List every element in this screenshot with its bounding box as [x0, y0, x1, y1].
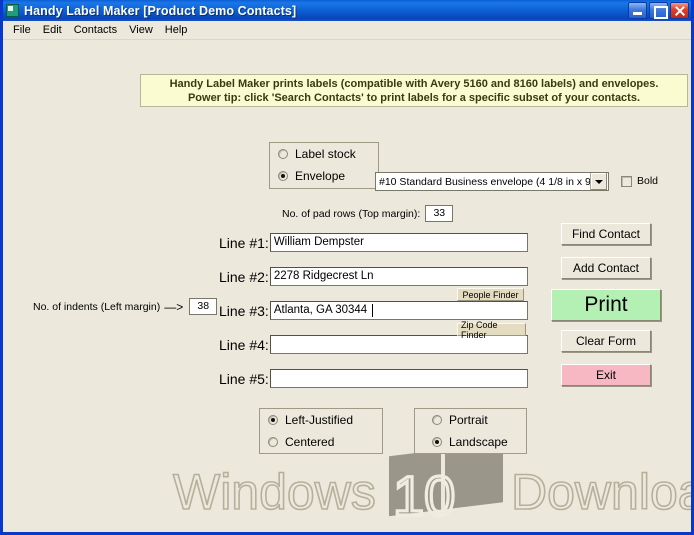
envelope-size-value: #10 Standard Business envelope (4 1/8 in…	[379, 175, 590, 188]
address-line-1-input[interactable]: William Dempster	[269, 233, 528, 252]
window-title: Handy Label Maker [Product Demo Contacts…	[24, 3, 297, 18]
indents-label: No. of indents (Left margin)	[33, 300, 161, 313]
pad-rows-field-group: No. of pad rows (Top margin): 33	[282, 205, 454, 222]
address-line-5-label: Line #5:	[219, 371, 269, 387]
radio-centered[interactable]: Centered	[260, 431, 382, 453]
radio-envelope-label: Envelope	[295, 169, 346, 183]
menu-item-help[interactable]: Help	[160, 23, 195, 37]
radio-landscape[interactable]: Landscape	[415, 431, 526, 453]
arrow-right-icon: —>	[164, 299, 184, 314]
window-controls	[628, 2, 689, 19]
menu-item-contacts[interactable]: Contacts	[69, 23, 124, 37]
label-app-icon	[6, 4, 19, 17]
bold-checkbox[interactable]: Bold	[621, 175, 658, 187]
indents-field-group: No. of indents (Left margin) —> 38	[33, 298, 218, 315]
zip-code-finder-button[interactable]: Zip Code Finder	[457, 320, 526, 340]
menu-item-edit[interactable]: Edit	[38, 23, 69, 37]
find-contact-button[interactable]: Find Contact	[561, 223, 651, 245]
radio-left-justified-indicator	[268, 415, 278, 425]
address-line-5-row: Line #5:	[219, 368, 528, 388]
windows-10-download-watermark: Windows 10 Download	[172, 453, 691, 529]
chevron-down-icon[interactable]	[590, 173, 607, 190]
radio-portrait[interactable]: Portrait	[415, 409, 526, 431]
people-finder-button[interactable]: People Finder	[457, 288, 524, 301]
add-contact-button[interactable]: Add Contact	[561, 257, 651, 279]
bold-checkbox-label: Bold	[637, 175, 659, 187]
client-area: File Edit Contacts View Help Windows 10 …	[3, 21, 691, 532]
radio-centered-label: Centered	[285, 435, 335, 449]
indents-input[interactable]: 38	[189, 298, 218, 315]
address-line-3-row: Line #3: Atlanta, GA 30344	[219, 300, 528, 320]
address-line-3-label: Line #3:	[219, 303, 269, 319]
address-line-4-label: Line #4:	[219, 337, 269, 353]
address-line-1-row: Line #1: William Dempster	[219, 232, 528, 252]
watermark-right-text: Download	[511, 464, 691, 520]
menu-item-file[interactable]: File	[8, 23, 38, 37]
radio-left-justified-label: Left-Justified	[285, 413, 354, 427]
address-line-5-input[interactable]	[269, 369, 528, 388]
exit-button[interactable]: Exit	[561, 364, 651, 386]
radio-centered-indicator	[268, 437, 278, 447]
radio-landscape-label: Landscape	[449, 435, 508, 449]
radio-label-stock[interactable]: Label stock	[270, 143, 378, 165]
address-line-2-input[interactable]: 2278 Ridgecrest Ln	[269, 267, 528, 286]
radio-envelope[interactable]: Envelope	[270, 165, 378, 187]
radio-envelope-indicator	[278, 171, 288, 181]
maximize-button[interactable]	[649, 2, 668, 19]
close-button[interactable]	[670, 2, 689, 19]
watermark-left-text: Windows	[173, 464, 376, 520]
justification-group: Left-Justified Centered	[259, 408, 383, 454]
orientation-group: Portrait Landscape	[414, 408, 527, 454]
clear-form-button[interactable]: Clear Form	[561, 330, 651, 352]
menu-item-view[interactable]: View	[124, 23, 160, 37]
watermark-logo	[389, 453, 503, 517]
info-banner-line-1: Handy Label Maker prints labels (compati…	[169, 78, 659, 90]
application-window: Handy Label Maker [Product Demo Contacts…	[0, 0, 694, 535]
pad-rows-label: No. of pad rows (Top margin):	[282, 207, 421, 220]
radio-label-stock-label: Label stock	[295, 147, 356, 161]
minimize-button[interactable]	[628, 2, 647, 19]
pad-rows-input[interactable]: 33	[425, 205, 454, 222]
envelope-size-select[interactable]: #10 Standard Business envelope (4 1/8 in…	[375, 172, 609, 191]
info-banner-line-2: Power tip: click 'Search Contacts' to pr…	[187, 92, 641, 104]
info-banner: Handy Label Maker prints labels (compati…	[140, 74, 688, 107]
watermark-digits: 10	[393, 464, 455, 527]
radio-portrait-label: Portrait	[449, 413, 488, 427]
address-line-2-row: Line #2: 2278 Ridgecrest Ln	[219, 266, 528, 286]
address-line-3-input[interactable]: Atlanta, GA 30344	[269, 301, 528, 320]
address-line-2-label: Line #2:	[219, 269, 269, 285]
menu-bar: File Edit Contacts View Help	[3, 21, 691, 40]
radio-portrait-indicator	[432, 415, 442, 425]
bold-checkbox-box	[621, 175, 632, 187]
title-bar: Handy Label Maker [Product Demo Contacts…	[3, 0, 691, 21]
radio-left-justified[interactable]: Left-Justified	[260, 409, 382, 431]
address-line-1-label: Line #1:	[219, 235, 269, 251]
radio-landscape-indicator	[432, 437, 442, 447]
radio-label-stock-indicator	[278, 149, 288, 159]
media-type-group: Label stock Envelope	[269, 142, 379, 189]
print-button[interactable]: Print	[551, 289, 661, 321]
